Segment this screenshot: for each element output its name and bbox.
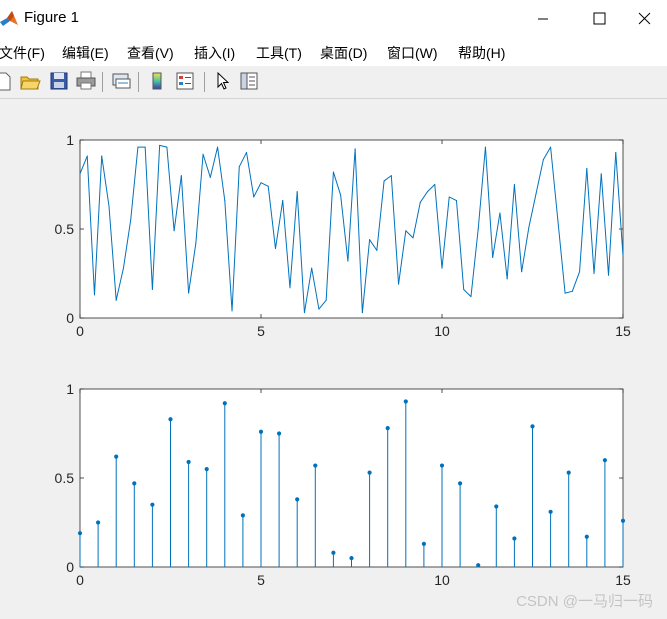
toolbar-separator	[102, 72, 103, 92]
y-tick-label: 0	[66, 310, 74, 326]
legend-icon[interactable]	[174, 70, 196, 92]
stem-marker	[602, 458, 608, 463]
stem-marker	[620, 518, 626, 523]
stem-plot[interactable]: 0 5 10 15 0 0.5 1	[0, 349, 667, 619]
watermark: CSDN @一马归一码	[516, 593, 653, 610]
new-icon[interactable]	[0, 70, 14, 92]
print-icon[interactable]	[75, 70, 97, 92]
matlab-logo-icon	[0, 11, 18, 26]
plot-area	[79, 388, 624, 568]
title-bar: Figure 1	[0, 0, 667, 38]
stem-marker	[403, 399, 408, 404]
x-tick-label: 10	[434, 323, 450, 339]
stem-marker	[132, 481, 137, 486]
window-title: Figure 1	[24, 9, 80, 26]
stem-marker	[168, 417, 173, 422]
y-tick-label: 1	[66, 381, 74, 397]
stem-marker	[439, 463, 445, 468]
stem-marker	[258, 429, 264, 434]
menu-bar: 文件(F) 编辑(E) 查看(V) 插入(I) 工具(T) 桌面(D) 窗口(W…	[0, 38, 667, 66]
menu-tools[interactable]: 工具(T)	[256, 43, 302, 63]
stem-marker	[295, 497, 300, 502]
stem-marker	[385, 426, 390, 431]
stem-marker	[349, 556, 354, 561]
x-tick-label: 15	[615, 323, 631, 339]
minimize-button[interactable]	[520, 0, 566, 38]
y-tick-label: 0	[66, 559, 74, 575]
stem-marker	[421, 541, 426, 546]
stem-marker	[367, 470, 372, 475]
x-tick-label: 15	[615, 572, 631, 588]
y-tick-label: 0.5	[55, 470, 75, 486]
stem-marker	[204, 467, 209, 472]
x-tick-label: 5	[257, 323, 265, 339]
menu-insert[interactable]: 插入(I)	[194, 43, 235, 63]
toolbar-separator	[138, 72, 139, 92]
stem-marker	[584, 534, 589, 539]
save-icon[interactable]	[48, 70, 70, 92]
toolbar-separator	[204, 72, 205, 92]
line-plot[interactable]: 0 5 10 15 0 0.5 1	[0, 99, 667, 349]
stem-marker	[512, 536, 517, 541]
stem-marker	[566, 470, 571, 475]
open-icon[interactable]	[19, 70, 41, 92]
stem-marker	[222, 401, 227, 406]
stem-marker	[277, 431, 282, 436]
menu-view[interactable]: 查看(V)	[127, 43, 174, 63]
pointer-icon[interactable]	[212, 70, 234, 92]
stem-marker	[150, 502, 155, 507]
stem-marker	[458, 481, 463, 486]
stem-marker	[530, 424, 535, 429]
colorbar-icon[interactable]	[146, 70, 168, 92]
stem-marker	[331, 550, 336, 555]
x-tick-label: 10	[434, 572, 450, 588]
stem-marker	[494, 504, 499, 509]
menu-desktop[interactable]: 桌面(D)	[320, 43, 367, 63]
menu-edit[interactable]: 编辑(E)	[62, 43, 109, 63]
link-icon[interactable]	[110, 70, 132, 92]
x-tick-label: 5	[257, 572, 265, 588]
menu-file[interactable]: 文件(F)	[0, 43, 45, 63]
stem-marker	[313, 463, 318, 468]
figure-canvas: 0 5 10 15 0 0.5 1 0 5 10 15 0 0.5 1 CSDN @一马归一码	[0, 99, 667, 619]
stem-marker	[96, 520, 101, 525]
y-tick-label: 1	[66, 132, 74, 148]
stem-marker	[548, 509, 553, 514]
stem-marker	[476, 563, 481, 568]
property-inspector-icon[interactable]	[238, 70, 260, 92]
stem-marker	[240, 513, 245, 518]
menu-help[interactable]: 帮助(H)	[458, 43, 505, 63]
stem-marker	[186, 459, 191, 465]
stem-marker	[77, 531, 83, 536]
toolbar	[0, 66, 667, 99]
maximize-button[interactable]	[576, 0, 622, 38]
close-button[interactable]	[621, 0, 667, 38]
menu-window[interactable]: 窗口(W)	[387, 43, 438, 63]
x-tick-label: 0	[76, 323, 84, 339]
x-tick-label: 0	[76, 572, 84, 588]
y-tick-label: 0.5	[55, 221, 75, 237]
stem-marker	[114, 454, 119, 459]
